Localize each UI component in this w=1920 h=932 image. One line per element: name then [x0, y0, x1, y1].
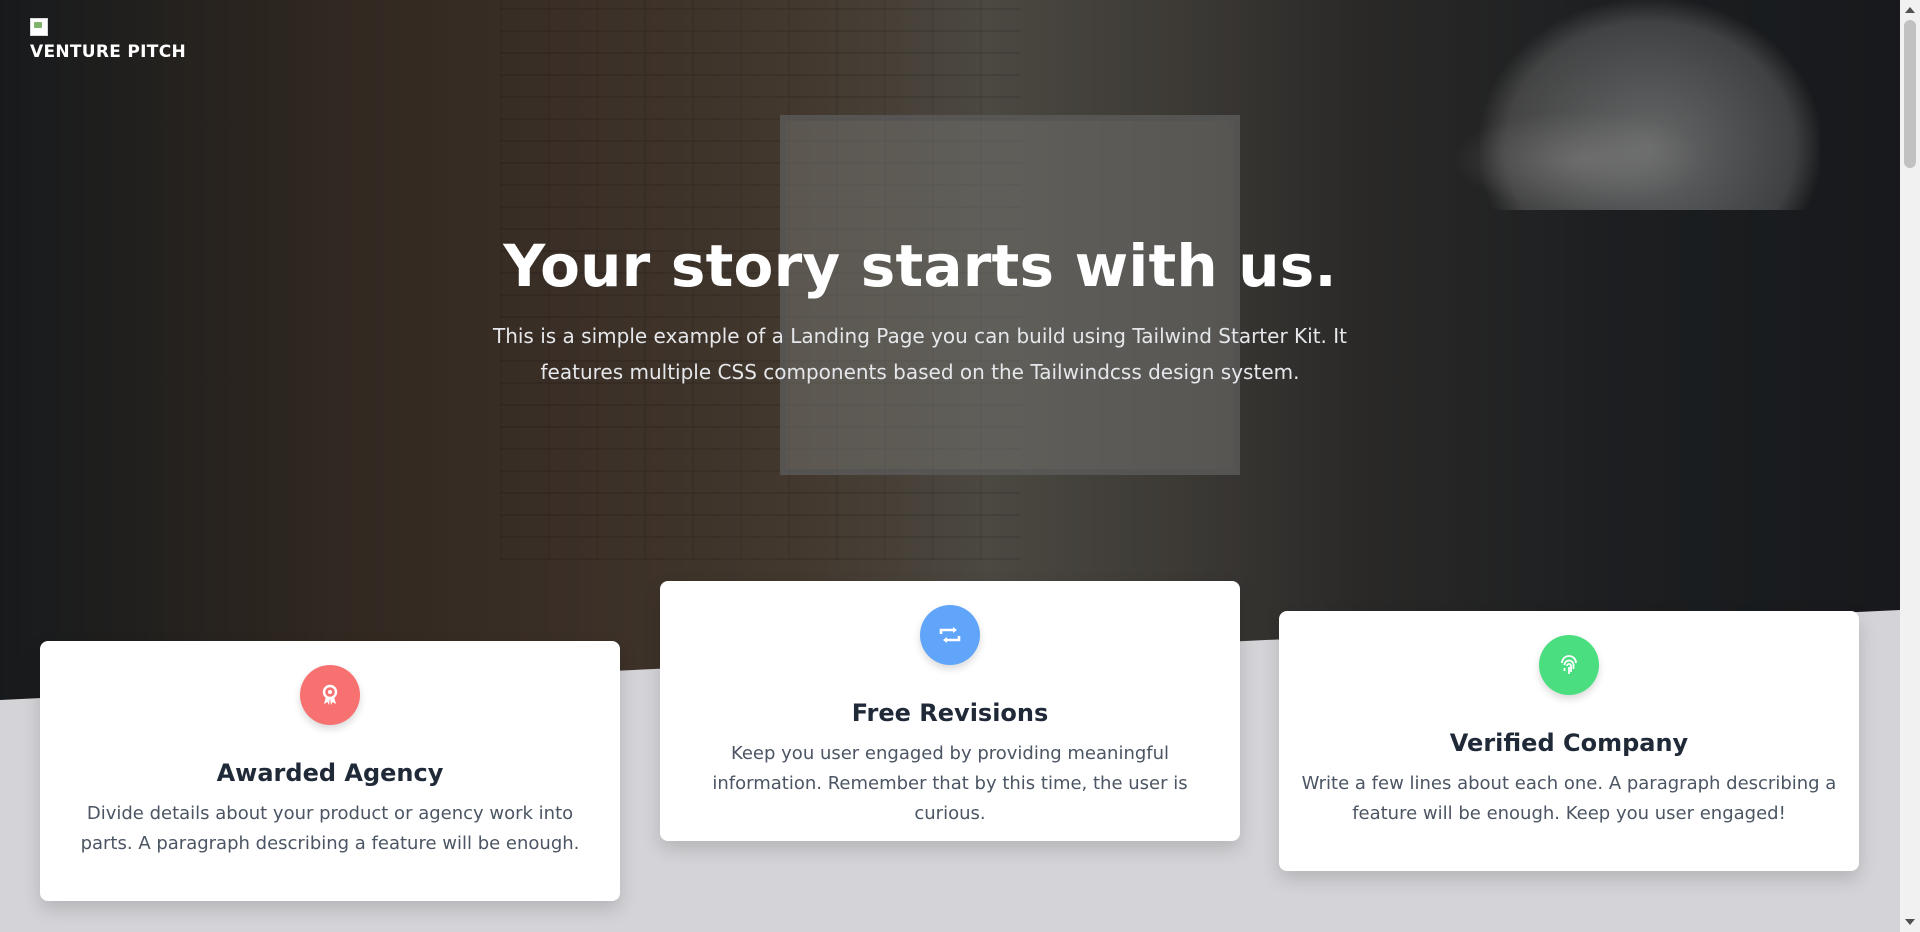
award-icon	[300, 665, 360, 725]
feature-card-free-revisions: Free Revisions Keep you user engaged by …	[660, 581, 1240, 841]
scroll-down-arrow-icon[interactable]	[1905, 919, 1915, 925]
scrollbar-thumb[interactable]	[1904, 20, 1916, 168]
fingerprint-icon	[1539, 635, 1599, 695]
hero-headline: Your story starts with us.	[503, 232, 1337, 300]
feature-title: Awarded Agency	[216, 759, 444, 787]
retweet-icon	[920, 605, 980, 665]
scroll-up-arrow-icon[interactable]	[1905, 7, 1915, 13]
feature-title: Verified Company	[1449, 729, 1689, 757]
hero-subtext: This is a simple example of a Landing Pa…	[492, 324, 1347, 384]
landing-page: VENTURE PITCH Your story starts with us.…	[0, 0, 1920, 932]
feature-card-awarded-agency: Awarded Agency Divide details about your…	[40, 641, 620, 901]
vertical-scrollbar[interactable]	[1900, 0, 1920, 932]
broken-image-icon	[30, 18, 48, 36]
feature-text: Write a few lines about each one. A para…	[1301, 773, 1837, 824]
feature-text: Keep you user engaged by providing meani…	[712, 743, 1188, 824]
brand[interactable]: VENTURE PITCH	[30, 18, 186, 62]
brand-name[interactable]: VENTURE PITCH	[30, 42, 186, 62]
feature-title: Free Revisions	[851, 699, 1049, 727]
feature-card-verified-company: Verified Company Write a few lines about…	[1279, 611, 1859, 871]
feature-text: Divide details about your product or age…	[80, 803, 580, 854]
